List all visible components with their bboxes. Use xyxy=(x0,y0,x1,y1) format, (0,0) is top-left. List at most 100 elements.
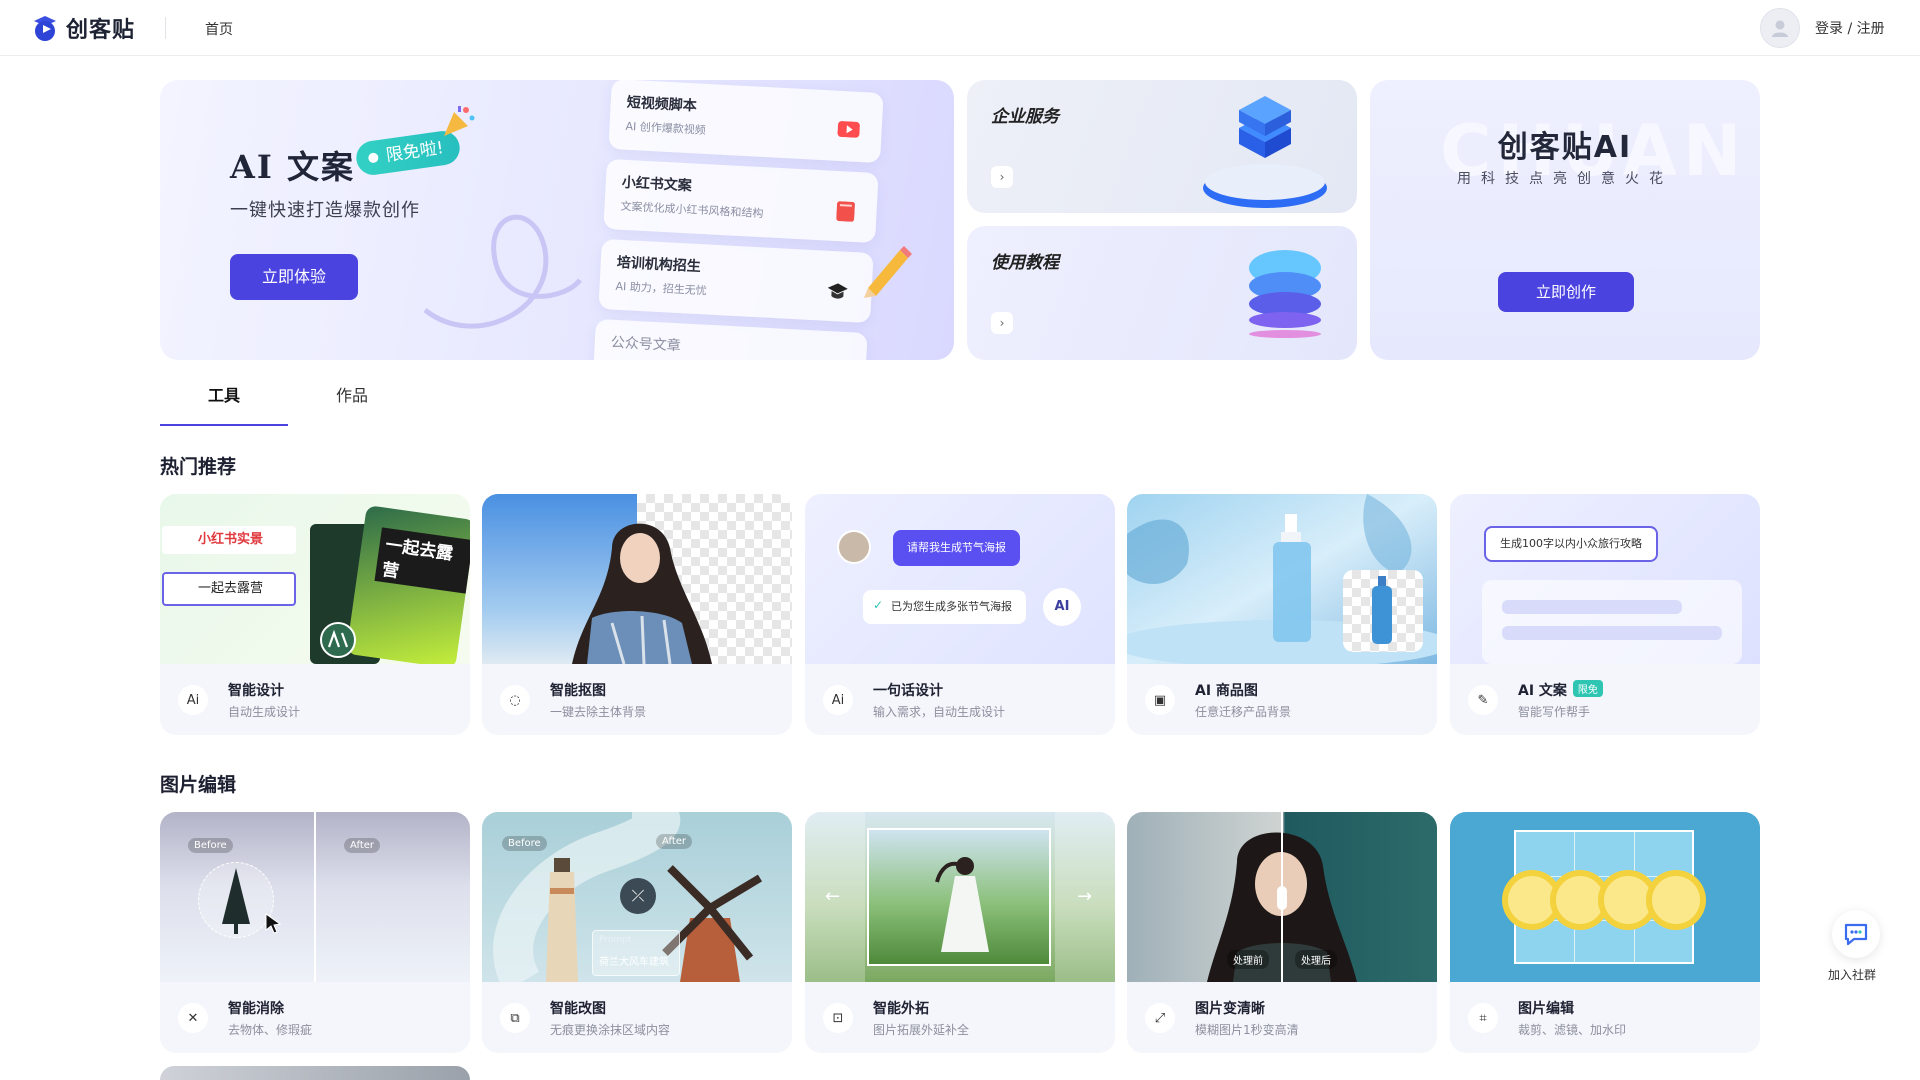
card-title: AI 商品图 xyxy=(1195,683,1258,699)
card-info: Ai 智能设计 自动生成设计 xyxy=(160,664,470,735)
card-subtitle: 输入需求，自动生成设计 xyxy=(873,705,1006,719)
feature-card-video-script[interactable]: 短视频脚本 AI 创作爆款视频 xyxy=(608,80,884,164)
after-label: After xyxy=(344,838,381,853)
section-title-image-edit: 图片编辑 xyxy=(160,774,237,796)
chat-bubble-icon[interactable] xyxy=(1832,910,1880,958)
tool-card-image-edit[interactable]: ⌗ 图片编辑 裁剪、滤镜、加水印 xyxy=(1450,812,1760,1053)
card-image: 请帮我生成节气海报 已为您生成多张节气海报 ✓ AI xyxy=(805,494,1115,664)
card-subtitle: 任意迁移产品背景 xyxy=(1195,705,1292,719)
create-now-button[interactable]: 立即创作 xyxy=(1498,272,1634,312)
card-image xyxy=(482,494,792,664)
card-title-text: AI 文案 xyxy=(1518,683,1567,699)
arrow-left-icon: ← xyxy=(825,886,841,907)
ai-icon: Ai xyxy=(823,685,853,715)
lemon-slices-photo xyxy=(1502,870,1706,930)
crop-icon: ⌗ xyxy=(1468,1003,1498,1033)
card-image-caption: 小红书实景 xyxy=(162,526,296,554)
tutorial-title: 使用教程 xyxy=(991,253,1059,273)
user-icon xyxy=(1772,20,1788,37)
brand-logo[interactable]: 创客贴 xyxy=(30,12,135,44)
swap-icon: ⤫ xyxy=(620,878,656,914)
card-image xyxy=(1127,494,1437,664)
ai-banner-subtitle: 用科技点亮创意火花 xyxy=(1457,171,1673,187)
card-subtitle: 智能写作帮手 xyxy=(1518,705,1591,719)
tool-card-ai-copywriting[interactable]: 生成100字以内小众旅行攻略 ✎ AI 文案 限免 智能写作帮手 xyxy=(1450,494,1760,735)
tab-works[interactable]: 作品 xyxy=(288,380,416,426)
login-register-link[interactable]: 登录 / 注册 xyxy=(1815,18,1885,38)
pencil-icon xyxy=(864,246,912,298)
card-title: 智能消除 xyxy=(228,1001,284,1017)
ai-copywriting-banner[interactable]: AI 文案 限免啦! 一键快速打造爆款创作 立即体验 短视频脚本 AI 创作爆款… xyxy=(160,80,954,360)
tool-card-smart-design[interactable]: 小红书实景 一起去露营 一起去露营 Ai 智能设计 自动生成设计 xyxy=(160,494,470,735)
expand-icon: ⊡ xyxy=(823,1003,853,1033)
layered-disc-icon xyxy=(1249,250,1321,338)
feature-card-official-account[interactable]: 公众号文章 xyxy=(592,318,868,360)
card-image: 生成100字以内小众旅行攻略 xyxy=(1450,494,1760,664)
enterprise-service-banner[interactable]: 企业服务 › xyxy=(967,80,1357,213)
enterprise-title: 企业服务 xyxy=(991,107,1059,127)
card-subtitle: 自动生成设计 xyxy=(228,705,301,719)
card-subtitle: 无痕更换涂抹区域内容 xyxy=(550,1023,671,1037)
tutorial-arrow-button[interactable]: › xyxy=(991,312,1013,334)
tool-card-one-sentence-design[interactable]: 请帮我生成节气海报 已为您生成多张节气海报 ✓ AI Ai 一句话设计 输入需求… xyxy=(805,494,1115,735)
arrow-right-icon: → xyxy=(1077,886,1093,907)
tool-card-smart-expand[interactable]: ← → ⊡ 智能外拓 图片拓展外延补全 xyxy=(805,812,1115,1053)
card-title: 智能改图 xyxy=(550,1001,606,1017)
nav-home-link[interactable]: 首页 xyxy=(205,19,233,39)
card-image: Before After xyxy=(160,812,470,982)
tool-card-ai-product-image[interactable]: ▣ AI 商品图 任意迁移产品背景 xyxy=(1127,494,1437,735)
crop-frame xyxy=(867,828,1051,966)
user-avatar-image xyxy=(837,530,871,564)
card-title: 智能设计 xyxy=(228,683,284,699)
free-tag: 限免 xyxy=(1572,680,1603,697)
graduation-cap-icon xyxy=(827,283,848,299)
banner-subtitle: 一键快速打造爆款创作 xyxy=(230,200,420,221)
enterprise-arrow-button[interactable]: › xyxy=(991,166,1013,188)
after-label: 处理后 xyxy=(1295,950,1337,969)
ai-banner-title: 创客贴AI xyxy=(1497,130,1633,165)
check-icon: ✓ xyxy=(873,598,884,612)
card-info: ✎ AI 文案 限免 智能写作帮手 xyxy=(1450,664,1760,735)
card-title: 图片变清晰 xyxy=(1195,1001,1265,1017)
feature-card-enrollment[interactable]: 培训机构招生 AI 助力，招生无忧 xyxy=(598,238,874,324)
tab-tools[interactable]: 工具 xyxy=(160,380,288,426)
woman-running-photo xyxy=(935,857,989,952)
feature-card-title: 公众号文章 xyxy=(610,334,682,355)
feature-card-xiaohongshu[interactable]: 小红书文案 文案优化成小红书风格和结构 xyxy=(603,158,879,244)
eraser-icon: ✕ xyxy=(178,1003,208,1033)
prompt-label: Prompt xyxy=(599,935,632,945)
card-info: ✕ 智能消除 去物体、修瑕疵 xyxy=(160,982,470,1053)
card-title: 智能外拓 xyxy=(873,1001,929,1017)
after-label: After xyxy=(656,834,693,849)
card-title: AI 文案 限免 xyxy=(1518,680,1603,700)
card-subtitle: 模糊图片1秒变高清 xyxy=(1195,1023,1299,1037)
try-now-button[interactable]: 立即体验 xyxy=(230,254,358,300)
party-popper-icon xyxy=(444,106,475,136)
join-community-widget[interactable]: 加入社群 xyxy=(1828,910,1880,983)
card-subtitle: 一键去除主体背景 xyxy=(550,705,647,719)
card-image xyxy=(1450,812,1760,982)
result-panel xyxy=(1482,580,1742,664)
red-book-icon xyxy=(836,201,855,222)
top-bar: 创客贴 首页 登录 / 注册 xyxy=(0,0,1920,56)
pen-icon: ✎ xyxy=(1468,685,1498,715)
card-info: ⌗ 图片编辑 裁剪、滤镜、加水印 xyxy=(1450,982,1760,1053)
tool-card-smart-erase[interactable]: Before After ✕ 智能消除 去物体、修瑕疵 xyxy=(160,812,470,1053)
cutout-icon: ◌ xyxy=(500,685,530,715)
tool-card-smart-retouch[interactable]: Before After ⤫ Prompt 荷兰大风车建筑 ⧉ 智能改图 无痕更… xyxy=(482,812,792,1053)
prompt-input: 生成100字以内小众旅行攻略 xyxy=(1484,526,1658,562)
chuangketie-ai-banner[interactable]: CHUAN 创客贴AI 用科技点亮创意火花 立即创作 xyxy=(1370,80,1760,360)
next-row-card-preview[interactable] xyxy=(160,1066,470,1080)
avatar[interactable] xyxy=(1760,8,1800,48)
card-info: Ai 一句话设计 输入需求，自动生成设计 xyxy=(805,664,1115,735)
chat-response-bubble: 已为您生成多张节气海报 xyxy=(863,590,1026,624)
section-title-hot: 热门推荐 xyxy=(160,456,237,478)
tutorial-banner[interactable]: 使用教程 › xyxy=(967,226,1357,360)
tool-card-smart-cutout[interactable]: ◌ 智能抠图 一键去除主体背景 xyxy=(482,494,792,735)
enhance-icon: ⤢ xyxy=(1145,1003,1175,1033)
chat-request-bubble: 请帮我生成节气海报 xyxy=(893,530,1020,566)
tool-card-image-enhance[interactable]: 处理前 处理后 ⤢ 图片变清晰 模糊图片1秒变高清 xyxy=(1127,812,1437,1053)
content-tabs: 工具 作品 xyxy=(160,380,416,426)
tree-icon xyxy=(222,868,250,934)
card-image: ← → xyxy=(805,812,1115,982)
